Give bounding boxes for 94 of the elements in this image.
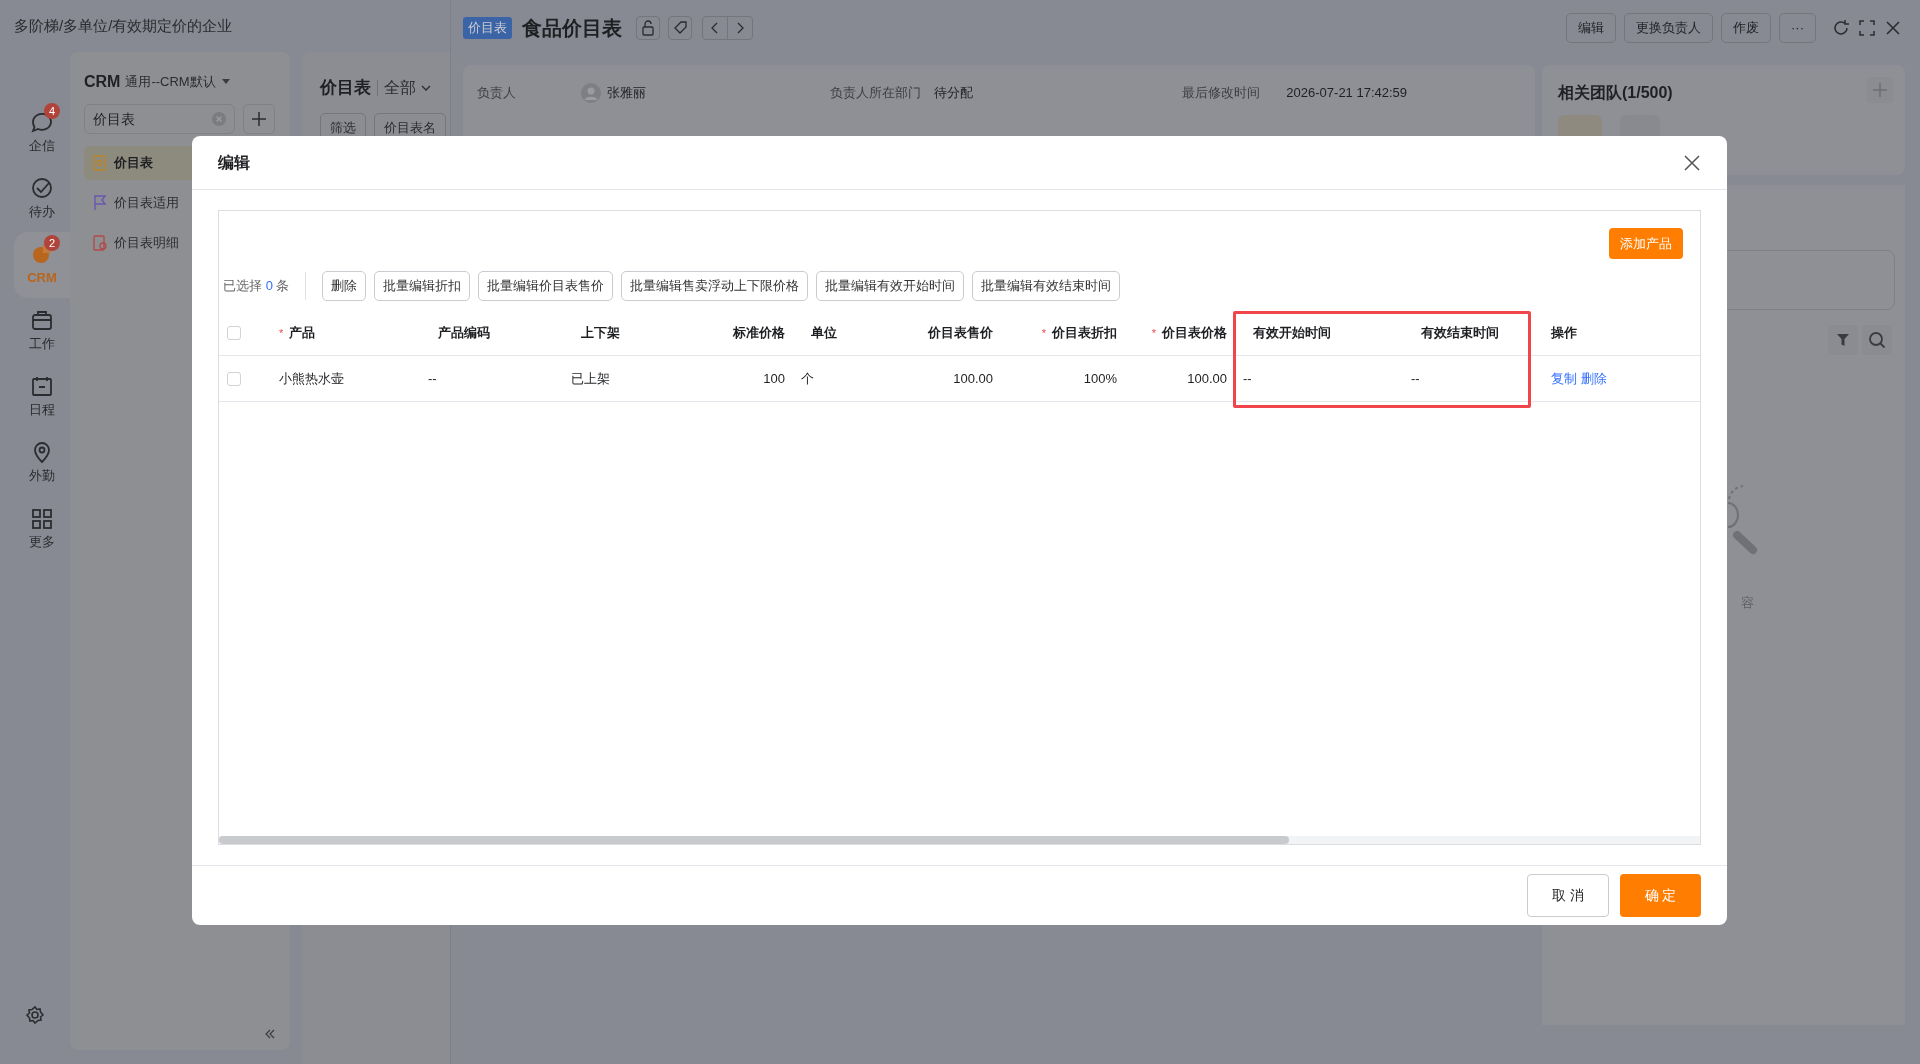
- select-all-checkbox[interactable]: [227, 326, 241, 340]
- close-icon[interactable]: [1683, 153, 1701, 172]
- plus-icon: [251, 111, 267, 127]
- nav-item[interactable]: 待办: [14, 166, 70, 232]
- refresh-icon[interactable]: [1832, 18, 1850, 37]
- nav-item[interactable]: 日程: [14, 364, 70, 430]
- toolbar-button[interactable]: 批量编辑售卖浮动上下限价格: [621, 271, 809, 301]
- table-cell-text: 100.00: [1187, 369, 1227, 388]
- search-field[interactable]: 价目表: [84, 104, 235, 134]
- required-mark: *: [1041, 325, 1046, 341]
- column-header[interactable]: 操作: [1531, 311, 1699, 355]
- dialog-title: 编辑: [218, 152, 250, 173]
- table-cell-text: 100: [763, 369, 785, 388]
- column-header[interactable]: * 产品: [259, 311, 418, 355]
- filter-icon[interactable]: [1828, 325, 1858, 355]
- table-cell-text: --: [1411, 369, 1420, 388]
- column-header[interactable]: 产品编码: [418, 311, 561, 355]
- check-circle-icon: [29, 176, 55, 201]
- nav-item[interactable]: 更多: [14, 496, 70, 562]
- notification-badge: 2: [44, 235, 60, 251]
- chevron-down-icon: [421, 84, 431, 91]
- settings-icon[interactable]: [25, 1005, 45, 1025]
- toolbar-button[interactable]: 批量编辑有效开始时间: [816, 271, 965, 301]
- action-button[interactable]: 编辑: [1566, 12, 1616, 43]
- caret-icon: [221, 79, 230, 85]
- table-cell-text: --: [428, 369, 437, 388]
- panel-menu-item[interactable]: 价目表适用: [84, 186, 276, 220]
- required-mark: *: [279, 325, 284, 341]
- selection-count: 已选择 0 条: [223, 277, 290, 296]
- avatar-icon: [581, 83, 601, 103]
- table-cell-text: 100%: [1083, 369, 1117, 388]
- toolbar-button[interactable]: 批量编辑价目表售价: [478, 271, 614, 301]
- toolbar-button[interactable]: 批量编辑折扣: [374, 271, 471, 301]
- field-value: 张雅丽: [607, 84, 646, 103]
- fullscreen-icon[interactable]: [1858, 18, 1876, 37]
- toolbar-button[interactable]: 批量编辑有效结束时间: [972, 271, 1121, 301]
- panel-title: 价目表: [320, 77, 371, 99]
- magnifier-illustration-icon: [1727, 485, 1759, 555]
- search-icon[interactable]: [1862, 325, 1892, 355]
- card-title: 相关团队(1/500): [1558, 84, 1673, 101]
- collapse-icon[interactable]: [264, 1028, 276, 1040]
- flag-icon: [92, 195, 108, 211]
- notification-badge: 4: [44, 103, 60, 119]
- column-header[interactable]: 价目表售价: [891, 311, 999, 355]
- field-value: 2026-07-21 17:42:59: [1286, 84, 1408, 102]
- nav-item[interactable]: 企信 4: [14, 100, 70, 166]
- field-label: 负责人: [477, 84, 517, 102]
- table-cell-text: 小熊热水壶: [278, 369, 344, 388]
- calendar-icon: [29, 374, 55, 399]
- lock-icon[interactable]: [636, 15, 660, 40]
- breadcrumb-title: 多阶梯/多单位/有效期定价的企业: [14, 15, 233, 36]
- column-header[interactable]: * 价目表价格: [1123, 311, 1233, 355]
- column-header[interactable]: 上下架: [561, 311, 674, 355]
- record-title: 食品价目表: [522, 15, 622, 41]
- field-label: 最后修改时间: [1182, 84, 1262, 102]
- row-action-link[interactable]: 复制: [1551, 368, 1577, 389]
- field-label: 负责人所在部门: [829, 84, 922, 102]
- close-icon[interactable]: [1884, 18, 1902, 37]
- panel-title: CRM: [84, 72, 121, 92]
- table-cell-text: 已上架: [571, 369, 610, 388]
- add-button[interactable]: [243, 104, 275, 134]
- nav-item[interactable]: CRM 2: [14, 232, 70, 298]
- table-cell-text: 个: [801, 369, 814, 388]
- nav-item[interactable]: 工作: [14, 298, 70, 364]
- row-action-link[interactable]: 删除: [1581, 368, 1607, 389]
- clear-icon: [212, 112, 226, 126]
- row-checkbox[interactable]: [227, 371, 241, 386]
- column-header[interactable]: 有效开始时间: [1233, 311, 1401, 355]
- action-button[interactable]: 更换负责人: [1624, 12, 1713, 43]
- cancel-button[interactable]: 取 消: [1527, 874, 1609, 917]
- tag-icon[interactable]: [668, 15, 692, 40]
- column-header[interactable]: 单位: [791, 311, 891, 355]
- object-tag: 价目表: [463, 16, 512, 39]
- column-header[interactable]: * 价目表折扣: [999, 311, 1123, 355]
- required-mark: *: [1151, 325, 1156, 341]
- toolbar-button[interactable]: 删除: [322, 271, 367, 301]
- document-icon: [92, 235, 108, 251]
- grid-icon: [29, 506, 55, 531]
- nav-item[interactable]: 外勤: [14, 430, 70, 496]
- add-product-button[interactable]: 添加产品: [1609, 228, 1683, 259]
- scope-dropdown[interactable]: 全部: [384, 75, 431, 100]
- table-cell-text: --: [1243, 369, 1252, 388]
- field-value: 待分配: [933, 84, 973, 102]
- column-header[interactable]: 有效结束时间: [1401, 311, 1531, 355]
- column-header[interactable]: 标准价格: [674, 311, 791, 355]
- coin-document-icon: [92, 155, 108, 171]
- table-cell-text: 100.00: [953, 369, 993, 388]
- scrollbar-thumb[interactable]: [219, 836, 1289, 844]
- panel-menu-item[interactable]: 价目表明细: [84, 226, 276, 260]
- confirm-button[interactable]: 确 定: [1620, 874, 1701, 917]
- briefcase-icon: [29, 308, 55, 333]
- action-button[interactable]: 作废: [1721, 12, 1771, 43]
- action-button[interactable]: ···: [1779, 12, 1816, 43]
- app-switcher[interactable]: 通用--CRM默认: [125, 72, 230, 92]
